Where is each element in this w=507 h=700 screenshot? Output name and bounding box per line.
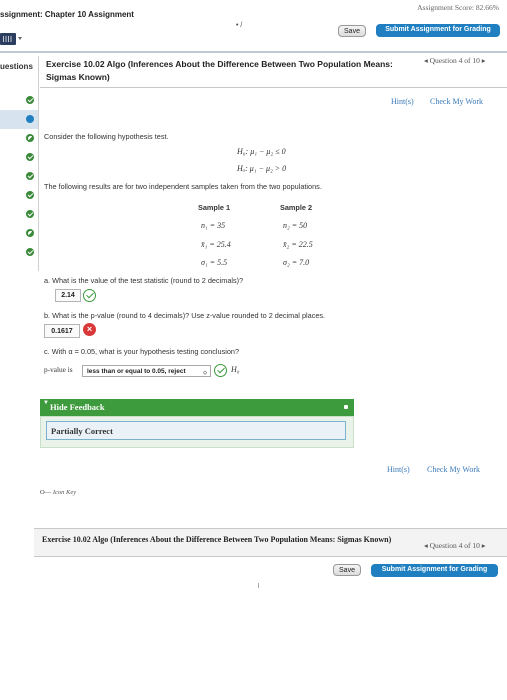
sidebar-question-2[interactable] bbox=[0, 110, 38, 129]
loading-indicator: • / bbox=[236, 22, 243, 29]
correct-status-icon bbox=[26, 248, 34, 256]
partial-status-icon bbox=[26, 134, 34, 142]
save-button[interactable]: Save bbox=[338, 25, 366, 37]
sidebar-question-7[interactable] bbox=[0, 205, 38, 224]
exercise-title: Exercise 10.02 Algo (Inferences About th… bbox=[46, 59, 393, 82]
sidebar-question-5[interactable] bbox=[0, 167, 38, 186]
hide-feedback-label: Hide Feedback bbox=[50, 402, 105, 412]
part-c-prompt: c. With α = 0.05, what is your hypothesi… bbox=[44, 347, 240, 356]
hints-link-bottom[interactable]: Hint(s) bbox=[387, 465, 410, 474]
alternative-hypothesis: Hₐ: μ₁ − μ₂ > 0 bbox=[237, 164, 287, 173]
part-b-answer[interactable]: 0.1617 bbox=[44, 324, 80, 338]
current-question-icon bbox=[26, 115, 34, 123]
footer-question-navigator[interactable]: ◂ Question 4 of 10 ▸ bbox=[424, 541, 485, 550]
sidebar-question-9[interactable] bbox=[0, 243, 38, 262]
sidebar-question-6[interactable] bbox=[0, 186, 38, 205]
icon-key-label: Icon Key bbox=[52, 489, 77, 496]
question-navigator[interactable]: ◂ Question 4 of 10 ▸ bbox=[424, 56, 485, 65]
sample1-header: Sample 1 bbox=[198, 203, 231, 212]
questions-sidebar-label: uestions bbox=[0, 62, 33, 71]
assignment-title: ssignment: Chapter 10 Assignment bbox=[0, 10, 134, 19]
footer-exercise-title: Exercise 10.02 Algo (Inferences About th… bbox=[42, 535, 392, 544]
assignment-score: Assignment Score: 82.66% bbox=[417, 3, 499, 12]
correct-status-icon bbox=[26, 96, 34, 104]
correct-check-icon bbox=[83, 289, 96, 302]
submit-assignment-button[interactable]: Submit Assignment for Grading bbox=[376, 24, 500, 37]
correct-status-icon bbox=[26, 191, 34, 199]
part-a-prompt: a. What is the value of the test statist… bbox=[44, 276, 244, 285]
hide-feedback-toggle[interactable]: ▼ Hide Feedback bbox=[40, 399, 354, 416]
pvalue-label: p-value is bbox=[44, 365, 73, 374]
save-button-bottom[interactable]: Save bbox=[333, 564, 361, 576]
samples-intro-text: The following results are for two indepe… bbox=[44, 182, 322, 191]
correct-check-icon bbox=[214, 364, 227, 377]
intro-text: Consider the following hypothesis test. bbox=[44, 132, 169, 141]
key-icon: O— bbox=[40, 489, 52, 496]
feedback-menu-icon bbox=[344, 405, 348, 409]
sample1-mean: x̄₁ = 25.4 bbox=[201, 240, 231, 249]
divider-tick bbox=[258, 583, 259, 588]
sample1-n: n₁ = 35 bbox=[201, 221, 226, 230]
header-divider bbox=[0, 51, 507, 53]
part-a-answer[interactable]: 2.14 bbox=[55, 289, 81, 302]
calculator-icon[interactable] bbox=[0, 33, 16, 45]
sidebar-question-3[interactable] bbox=[0, 129, 38, 148]
correct-status-icon bbox=[26, 210, 34, 218]
sidebar-divider bbox=[38, 56, 39, 271]
sidebar-question-1[interactable] bbox=[0, 91, 38, 110]
partial-status-icon bbox=[26, 229, 34, 237]
check-my-work-link[interactable]: Check My Work bbox=[430, 97, 483, 106]
conclusion-select-value: less than or equal to 0.05, reject bbox=[87, 368, 186, 375]
sample2-sigma: σ₂ = 7.0 bbox=[283, 258, 310, 267]
select-caret-icon: ◇ bbox=[203, 370, 207, 376]
part-b-prompt: b. What is the p-value (round to 4 decim… bbox=[44, 311, 326, 320]
incorrect-x-icon: × bbox=[83, 323, 96, 336]
submit-assignment-button-bottom[interactable]: Submit Assignment for Grading bbox=[371, 564, 498, 577]
sidebar-question-4[interactable] bbox=[0, 148, 38, 167]
sample2-mean: x̄₂ = 22.5 bbox=[283, 240, 313, 249]
hints-link[interactable]: Hint(s) bbox=[391, 97, 414, 106]
correct-status-icon bbox=[26, 172, 34, 180]
sample2-n: n₂ = 50 bbox=[283, 221, 308, 230]
conclusion-select[interactable]: less than or equal to 0.05, reject ◇ bbox=[82, 365, 211, 377]
sidebar-question-8[interactable] bbox=[0, 224, 38, 243]
sample1-sigma: σ₁ = 5.5 bbox=[201, 258, 228, 267]
title-divider bbox=[40, 87, 507, 88]
conclusion-h0: H₀ bbox=[231, 365, 240, 374]
icon-key-link[interactable]: O— Icon Key bbox=[40, 489, 76, 496]
caret-down-icon: ▼ bbox=[43, 400, 49, 406]
check-my-work-link-bottom[interactable]: Check My Work bbox=[427, 465, 480, 474]
chevron-down-icon[interactable] bbox=[18, 37, 22, 40]
feedback-result: Partially Correct bbox=[46, 421, 346, 440]
sample2-header: Sample 2 bbox=[280, 203, 313, 212]
correct-status-icon bbox=[26, 153, 34, 161]
null-hypothesis: H₀: μ₁ − μ₂ ≤ 0 bbox=[237, 147, 286, 156]
